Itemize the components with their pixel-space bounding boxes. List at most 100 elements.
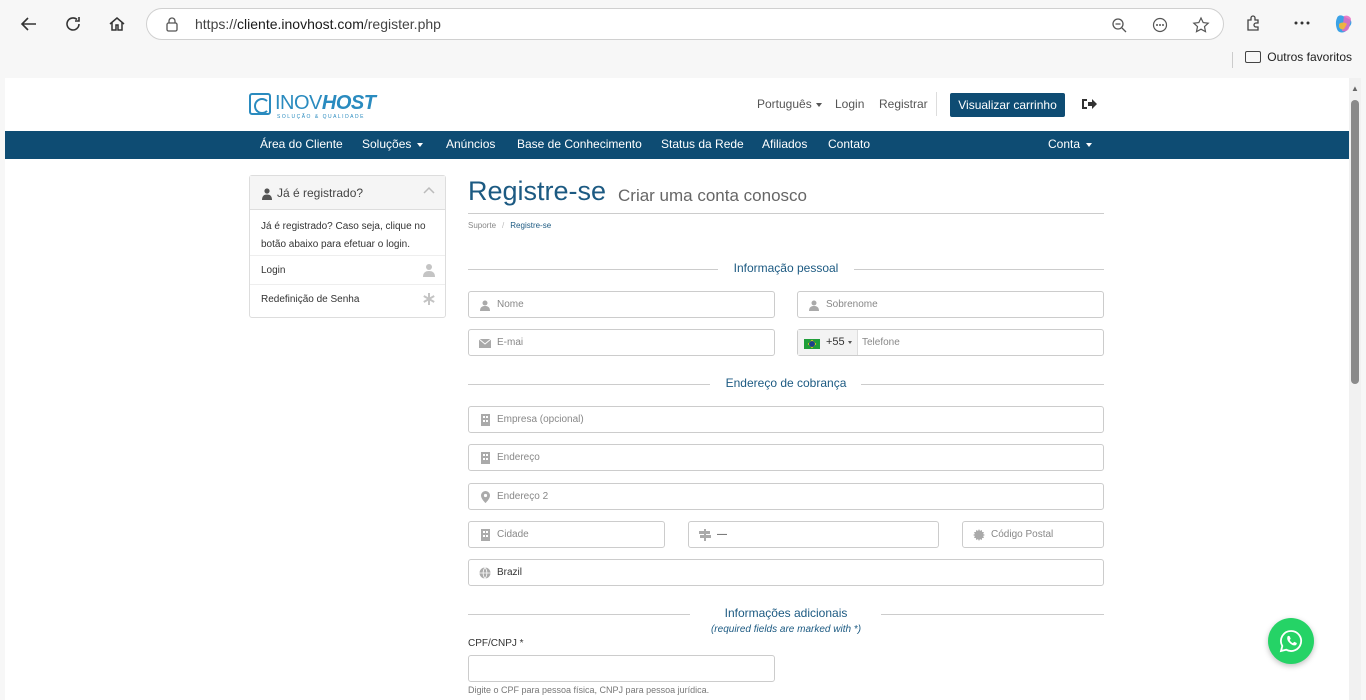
- envelope-icon: [479, 337, 491, 349]
- country-code-selector[interactable]: +55: [798, 330, 858, 355]
- cpf-label: CPF/CNPJ *: [468, 638, 524, 649]
- section-personal-info: Informação pessoal: [468, 261, 1104, 277]
- building-icon: [479, 529, 491, 541]
- first-name-placeholder: Nome: [497, 299, 524, 310]
- nav-solutions[interactable]: Soluções: [362, 137, 424, 151]
- user-icon: [262, 187, 272, 200]
- section-billing-address: Endereço de cobrança: [468, 376, 1104, 392]
- asterisk-icon: [423, 292, 435, 306]
- scrollbar-thumb[interactable]: [1351, 100, 1359, 384]
- state-value: —: [717, 529, 727, 540]
- cpf-input[interactable]: [468, 655, 775, 682]
- nav-account[interactable]: Conta: [1048, 137, 1093, 151]
- site-logo[interactable]: INOVHOST SOLUÇÃO & QUALIDADE: [249, 92, 376, 120]
- sidebar-header[interactable]: Já é registrado?: [250, 176, 445, 210]
- site-header: INOVHOST SOLUÇÃO & QUALIDADE Português L…: [5, 78, 1349, 131]
- refresh-icon[interactable]: [59, 10, 87, 38]
- login-link[interactable]: Login: [835, 97, 864, 111]
- required-fields-note: (required fields are marked with *): [710, 624, 862, 635]
- city-field[interactable]: Cidade: [468, 521, 665, 548]
- whatsapp-icon: [1279, 630, 1303, 653]
- favorite-star-icon[interactable]: [1191, 15, 1211, 35]
- more-tools-icon[interactable]: [1150, 15, 1170, 35]
- last-name-placeholder: Sobrenome: [826, 299, 878, 310]
- logo-text: INOVHOST: [275, 92, 376, 114]
- caret-down-icon: [417, 142, 424, 147]
- view-cart-button[interactable]: Visualizar carrinho: [950, 93, 1065, 117]
- building-icon: [479, 414, 491, 426]
- menu-dots-icon[interactable]: [1291, 12, 1313, 34]
- breadcrumb: Suporte / Registre-se: [468, 221, 551, 230]
- phone-placeholder: Telefone: [862, 337, 900, 348]
- globe-icon: [479, 567, 491, 579]
- home-icon[interactable]: [103, 10, 131, 38]
- email-placeholder: E-mai: [497, 337, 524, 348]
- zoom-out-icon[interactable]: [1109, 15, 1129, 35]
- map-marker-icon: [479, 491, 491, 503]
- sidebar-title: Já é registrado?: [277, 186, 364, 200]
- url-text: https://cliente.inovhost.com/register.ph…: [195, 16, 441, 32]
- caret-down-icon: [848, 341, 852, 344]
- address-bar[interactable]: https://cliente.inovhost.com/register.ph…: [146, 8, 1224, 40]
- nav-announcements[interactable]: Anúncios: [446, 137, 495, 151]
- company-placeholder: Empresa (opcional): [497, 414, 584, 425]
- nav-network-status[interactable]: Status da Rede: [661, 137, 744, 151]
- first-name-field[interactable]: Nome: [468, 291, 775, 318]
- language-selector[interactable]: Português: [757, 97, 822, 111]
- sidebar-text: Já é registrado? Caso seja, clique no bo…: [250, 210, 445, 256]
- country-code: +55: [826, 336, 845, 348]
- page-scrollbar[interactable]: ▲: [1349, 78, 1361, 700]
- address1-field[interactable]: Endereço: [468, 444, 1104, 471]
- page-title: Registre-se: [468, 176, 607, 206]
- phone-field[interactable]: +55 Telefone: [797, 329, 1104, 356]
- caret-down-icon: [1086, 142, 1093, 147]
- section-additional-info: Informações adicionais: [468, 606, 1104, 622]
- lock-icon[interactable]: [165, 16, 179, 32]
- signpost-icon: [699, 529, 711, 541]
- user-icon: [423, 263, 435, 277]
- register-link[interactable]: Registrar: [879, 97, 928, 111]
- address1-placeholder: Endereço: [497, 452, 540, 463]
- nav-contact[interactable]: Contato: [828, 137, 870, 151]
- caret-down-icon: [815, 102, 822, 107]
- country-select[interactable]: Brazil: [468, 559, 1104, 586]
- sidebar-item-label: Login: [261, 265, 286, 276]
- company-field[interactable]: Empresa (opcional): [468, 406, 1104, 433]
- logo-tagline: SOLUÇÃO & QUALIDADE: [277, 114, 365, 120]
- state-select[interactable]: —: [688, 521, 939, 548]
- certificate-icon: [973, 529, 985, 541]
- section-title: Informação pessoal: [733, 261, 839, 275]
- building-icon: [479, 452, 491, 464]
- sidebar-item-password-reset[interactable]: Redefinição de Senha: [250, 285, 445, 314]
- copilot-icon[interactable]: [1333, 12, 1355, 34]
- sidebar-item-label: Redefinição de Senha: [261, 294, 360, 305]
- scroll-up-arrow-icon[interactable]: ▲: [1351, 84, 1359, 93]
- page-viewport: INOVHOST SOLUÇÃO & QUALIDADE Português L…: [5, 78, 1349, 700]
- back-icon[interactable]: [15, 10, 43, 38]
- country-value: Brazil: [497, 567, 523, 578]
- user-icon: [479, 299, 491, 311]
- email-field[interactable]: E-mai: [468, 329, 775, 356]
- favorites-divider: [1232, 52, 1233, 68]
- page-subtitle: Criar uma conta conosco: [618, 186, 807, 205]
- nav-affiliates[interactable]: Afiliados: [762, 137, 807, 151]
- browser-chrome: https://cliente.inovhost.com/register.ph…: [0, 0, 1366, 78]
- user-icon: [808, 299, 820, 311]
- brazil-flag-icon: [804, 339, 820, 349]
- breadcrumb-support[interactable]: Suporte: [468, 221, 496, 230]
- nav-client-area[interactable]: Área do Cliente: [260, 137, 343, 151]
- sidebar-item-login[interactable]: Login: [250, 256, 445, 285]
- extensions-icon[interactable]: [1243, 12, 1265, 34]
- last-name-field[interactable]: Sobrenome: [797, 291, 1104, 318]
- postcode-field[interactable]: Código Postal: [962, 521, 1104, 548]
- logout-icon[interactable]: [1080, 96, 1098, 112]
- nav-knowledgebase[interactable]: Base de Conhecimento: [517, 137, 642, 151]
- favorites-folder[interactable]: Outros favoritos: [1245, 50, 1352, 64]
- cpf-hint: Digite o CPF para pessoa física, CNPJ pa…: [468, 685, 710, 695]
- address2-field[interactable]: Endereço 2: [468, 483, 1104, 510]
- main-navigation: Área do Cliente Soluções Anúncios Base d…: [5, 131, 1349, 159]
- folder-icon: [1245, 51, 1262, 63]
- chevron-up-icon[interactable]: [423, 185, 435, 197]
- breadcrumb-current: Registre-se: [510, 221, 552, 230]
- whatsapp-chat-button[interactable]: [1268, 618, 1314, 664]
